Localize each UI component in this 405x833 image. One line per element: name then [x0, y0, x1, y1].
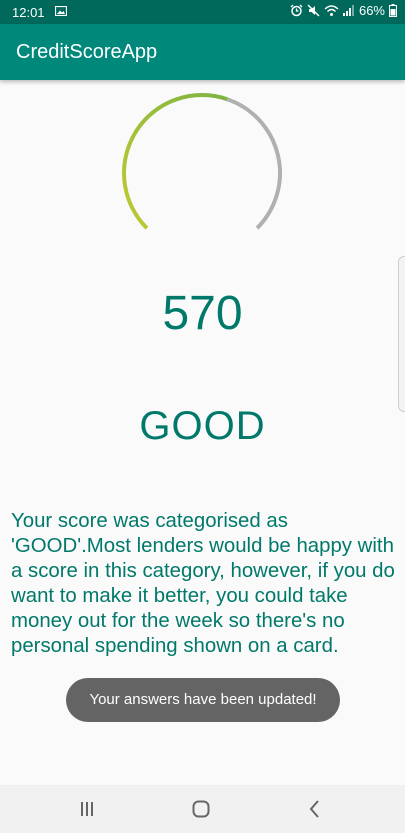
battery-icon: [389, 4, 397, 17]
status-bar: 12:01 66%: [0, 0, 405, 24]
mute-icon: [307, 4, 320, 17]
signal-icon: [342, 5, 354, 16]
back-icon[interactable]: [302, 797, 328, 821]
navigation-bar: [0, 785, 405, 833]
wifi-icon: [324, 5, 339, 16]
status-time: 12:01: [12, 5, 45, 20]
score-gauge: [122, 93, 282, 230]
gauge-progress: [122, 93, 228, 230]
home-icon[interactable]: [188, 797, 214, 821]
recent-apps-icon[interactable]: [74, 797, 100, 821]
edge-panel-handle[interactable]: [398, 256, 405, 412]
battery-percent: 66%: [358, 3, 385, 18]
gauge-track: [226, 97, 282, 230]
score-description: Your score was categorised as 'GOOD'.Mos…: [11, 510, 395, 657]
alarm-icon: [290, 4, 303, 17]
score-category: GOOD: [139, 404, 266, 448]
app-title: CreditScoreApp: [16, 41, 158, 63]
image-icon: [55, 6, 67, 16]
credit-score-value: 570: [162, 287, 243, 340]
app-bar: CreditScoreApp: [0, 24, 405, 80]
toast-message: Your answers have been updated!: [66, 678, 340, 722]
